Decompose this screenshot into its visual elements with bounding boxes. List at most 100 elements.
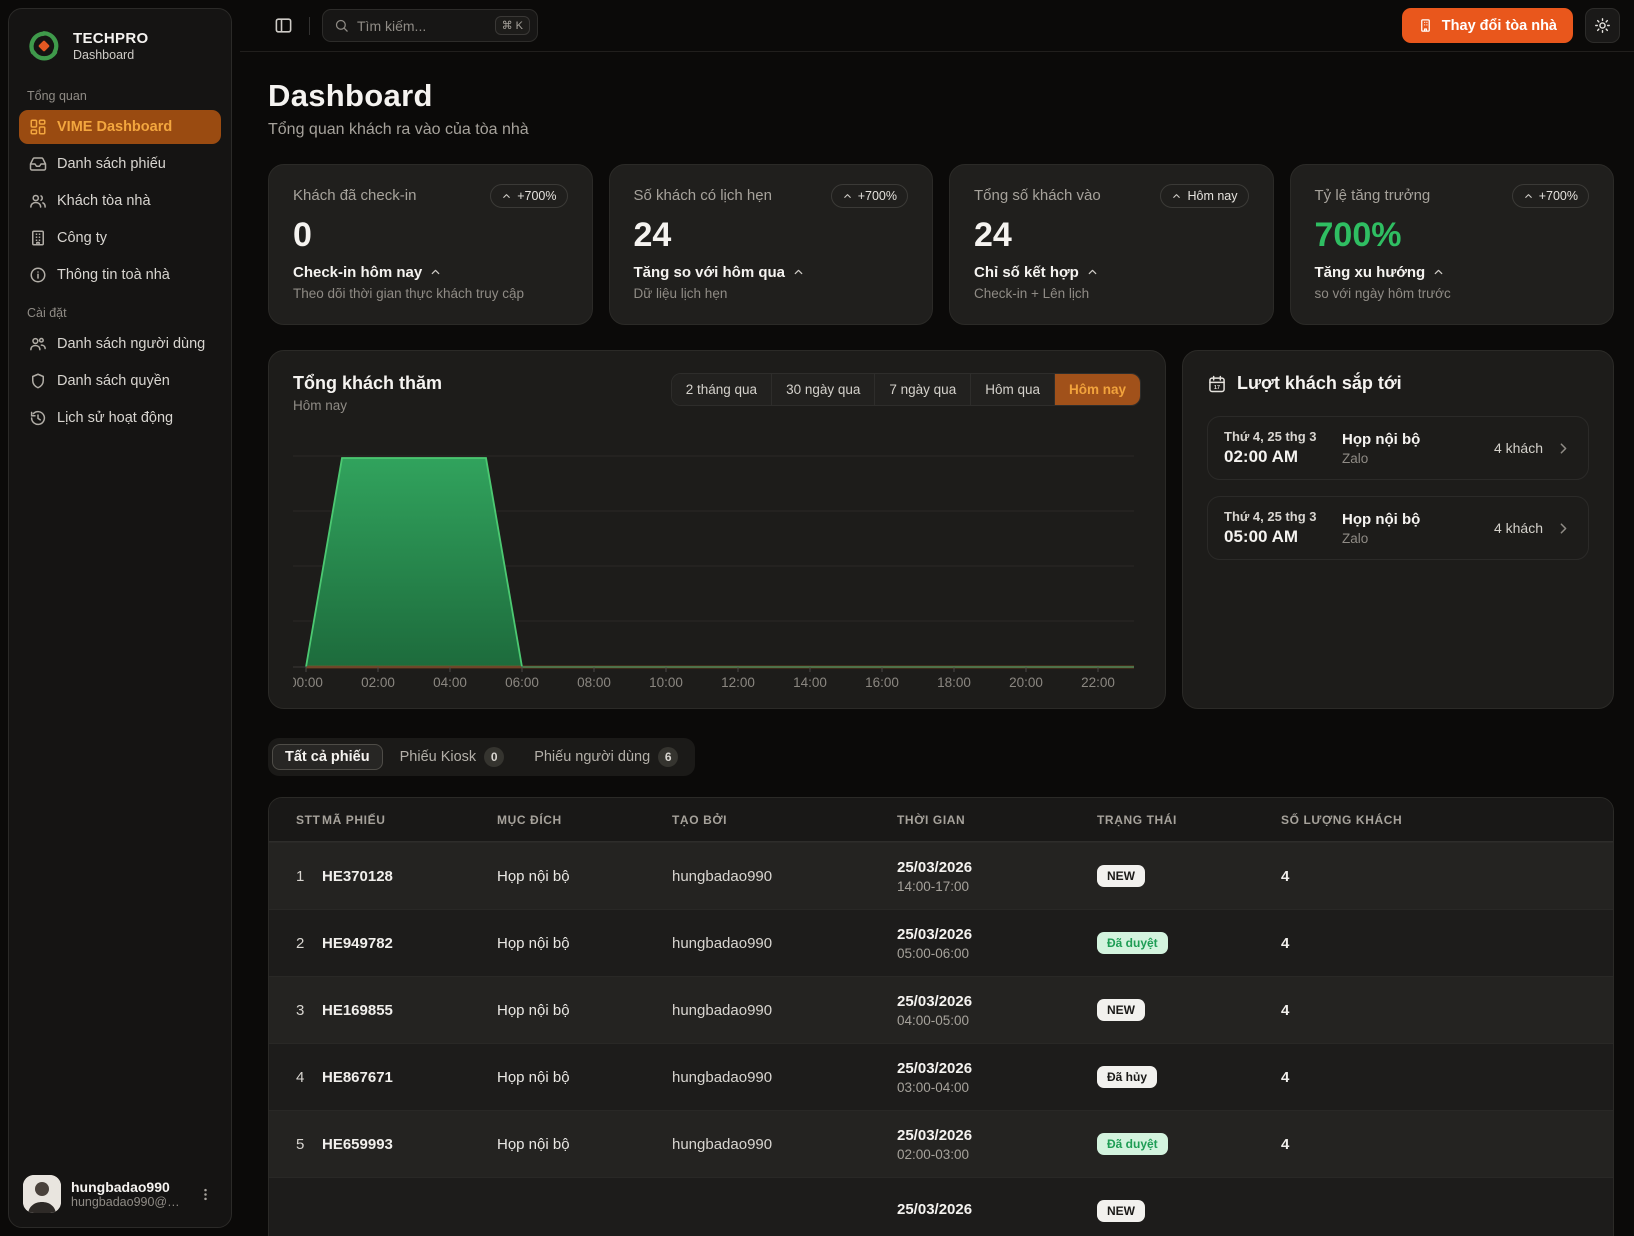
stat-value: 24 — [634, 216, 909, 255]
search-field[interactable] — [357, 18, 487, 34]
stat-desc: Check-in + Lên lịch — [974, 286, 1249, 301]
tab-label: Tất cả phiếu — [285, 749, 370, 765]
stat-sub-label: Check-in hôm nay — [293, 264, 422, 281]
change-building-label: Thay đổi tòa nhà — [1442, 18, 1557, 34]
table-row[interactable]: 25/03/2026 NEW — [269, 1177, 1613, 1236]
sidebar-item-label: Danh sách quyền — [57, 373, 170, 389]
building-icon — [1418, 18, 1433, 33]
cell-guest-count: 4 — [1281, 1002, 1613, 1019]
nav-group-settings: Cài đặt — [19, 292, 221, 327]
chevron-up-icon — [501, 191, 512, 202]
search-icon — [334, 18, 349, 33]
cell-time: 04:00-05:00 — [897, 1013, 1097, 1028]
search-shortcut-kbd: ⌘ K — [495, 16, 530, 35]
stat-value: 24 — [974, 216, 1249, 255]
sun-icon — [1594, 17, 1611, 34]
sidebar-item-danh-sach-nguoi-dung[interactable]: Danh sách người dùng — [19, 327, 221, 361]
appointment-channel: Zalo — [1342, 451, 1420, 466]
sidebar-item-danh-sach-quyen[interactable]: Danh sách quyền — [19, 364, 221, 398]
svg-text:02:00: 02:00 — [361, 675, 395, 690]
search-input[interactable]: ⌘ K — [322, 9, 538, 42]
col-so-luong-khach: SỐ LƯỢNG KHÁCH — [1281, 813, 1613, 827]
range-today[interactable]: Hôm nay — [1054, 374, 1140, 405]
table-row[interactable]: 2 HE949782 Họp nội bộ hungbadao990 25/03… — [269, 909, 1613, 976]
cell-status: NEW — [1097, 865, 1281, 887]
stat-card: Tỷ lệ tăng trưởng +700% 700% Tăng xu hướ… — [1290, 164, 1615, 325]
cell-time: 03:00-04:00 — [897, 1080, 1097, 1095]
table-row[interactable]: 4 HE867671 Họp nội bộ hungbadao990 25/03… — [269, 1043, 1613, 1110]
cell-status: Đã hủy — [1097, 1066, 1281, 1088]
tab-label: Phiếu Kiosk — [400, 749, 477, 765]
sidebar-item-label: Công ty — [57, 230, 107, 246]
user-card[interactable]: hungbadao990 hungbadao990@gmai... — [19, 1169, 221, 1215]
svg-text:20:00: 20:00 — [1009, 675, 1043, 690]
svg-text:10:00: 10:00 — [649, 675, 683, 690]
tab-all-tickets[interactable]: Tất cả phiếu — [272, 744, 383, 770]
tab-user-tickets[interactable]: Phiếu người dùng 6 — [521, 742, 691, 772]
cell-creator: hungbadao990 — [672, 1069, 897, 1086]
change-building-button[interactable]: Thay đổi tòa nhà — [1402, 8, 1573, 43]
table-row[interactable]: 3 HE169855 Họp nội bộ hungbadao990 25/03… — [269, 976, 1613, 1043]
sidebar-item-lich-su-hoat-dong[interactable]: Lịch sử hoạt động — [19, 401, 221, 435]
building-icon — [29, 229, 47, 247]
cell-datetime: 25/03/2026 05:00-06:00 — [897, 926, 1097, 961]
app-logo: TECHPRO Dashboard — [19, 19, 221, 75]
status-badge: NEW — [1097, 1200, 1145, 1222]
cell-date: 25/03/2026 — [897, 1060, 1097, 1077]
status-badge: NEW — [1097, 999, 1145, 1021]
cell-guest-count: 4 — [1281, 1069, 1613, 1086]
svg-text:18:00: 18:00 — [937, 675, 971, 690]
cell-stt: 5 — [269, 1136, 322, 1153]
stat-trend-label: +700% — [1539, 189, 1578, 203]
range-7-days[interactable]: 7 ngày qua — [874, 374, 970, 405]
upcoming-title: Lượt khách sắp tới — [1237, 373, 1402, 394]
cell-status: NEW — [1097, 1200, 1281, 1222]
svg-text:08:00: 08:00 — [577, 675, 611, 690]
sidebar-item-cong-ty[interactable]: Công ty — [19, 221, 221, 255]
kebab-menu-icon[interactable] — [194, 1183, 217, 1206]
cell-time: 02:00-03:00 — [897, 1147, 1097, 1162]
appointment-time: 05:00 AM — [1224, 527, 1326, 547]
chevron-right-icon[interactable] — [1555, 440, 1572, 457]
svg-text:06:00: 06:00 — [505, 675, 539, 690]
appointment-date: Thứ 4, 25 thg 3 — [1224, 429, 1326, 444]
cell-purpose: Họp nội bộ — [497, 1136, 672, 1153]
chevron-right-icon[interactable] — [1555, 520, 1572, 537]
svg-text:04:00: 04:00 — [433, 675, 467, 690]
status-badge: Đã duyệt — [1097, 1133, 1168, 1155]
chevron-up-icon — [842, 191, 853, 202]
table-row[interactable]: 1 HE370128 Họp nội bộ hungbadao990 25/03… — [269, 842, 1613, 909]
theme-toggle-button[interactable] — [1585, 8, 1620, 43]
appointment-channel: Zalo — [1342, 531, 1420, 546]
tab-kiosk-tickets[interactable]: Phiếu Kiosk 0 — [387, 742, 518, 772]
sidebar-item-thong-tin-toa-nha[interactable]: Thông tin toà nhà — [19, 258, 221, 292]
app-name: TECHPRO — [73, 30, 148, 47]
appointment-item[interactable]: Thứ 4, 25 thg 3 05:00 AM Họp nội bộ Zalo… — [1207, 496, 1589, 560]
sidebar-item-vime-dashboard[interactable]: VIME Dashboard — [19, 110, 221, 144]
avatar — [23, 1175, 61, 1213]
stat-title: Tổng số khách vào — [974, 184, 1101, 204]
range-2-months[interactable]: 2 tháng qua — [672, 374, 771, 405]
sidebar-item-label: VIME Dashboard — [57, 119, 172, 135]
sidebar-item-label: Lịch sử hoạt động — [57, 410, 173, 426]
user-name: hungbadao990 — [71, 1179, 184, 1195]
sidebar-item-danh-sach-phieu[interactable]: Danh sách phiếu — [19, 147, 221, 181]
appointment-item[interactable]: Thứ 4, 25 thg 3 02:00 AM Họp nội bộ Zalo… — [1207, 416, 1589, 480]
sidebar-item-khach-toa-nha[interactable]: Khách tòa nhà — [19, 184, 221, 218]
nav-list-overview: VIME Dashboard Danh sách phiếu Khách tòa… — [19, 110, 221, 292]
trend-up-icon — [792, 266, 805, 279]
stat-sub-label: Chỉ số kết hợp — [974, 264, 1079, 281]
inbox-icon — [29, 155, 47, 173]
nav-list-settings: Danh sách người dùng Danh sách quyền Lịc… — [19, 327, 221, 435]
cell-guest-count: 4 — [1281, 935, 1613, 952]
range-30-days[interactable]: 30 ngày qua — [771, 374, 874, 405]
table-row[interactable]: 5 HE659993 Họp nội bộ hungbadao990 25/03… — [269, 1110, 1613, 1177]
cell-creator: hungbadao990 — [672, 1002, 897, 1019]
cell-creator: hungbadao990 — [672, 1136, 897, 1153]
stat-sub-label: Tăng so với hôm qua — [634, 264, 786, 281]
layout-dashboard-icon — [29, 118, 47, 136]
cell-time: 14:00-17:00 — [897, 879, 1097, 894]
sidebar-item-label: Thông tin toà nhà — [57, 267, 170, 283]
range-yesterday[interactable]: Hôm qua — [970, 374, 1054, 405]
sidebar-toggle-icon[interactable] — [270, 12, 297, 39]
